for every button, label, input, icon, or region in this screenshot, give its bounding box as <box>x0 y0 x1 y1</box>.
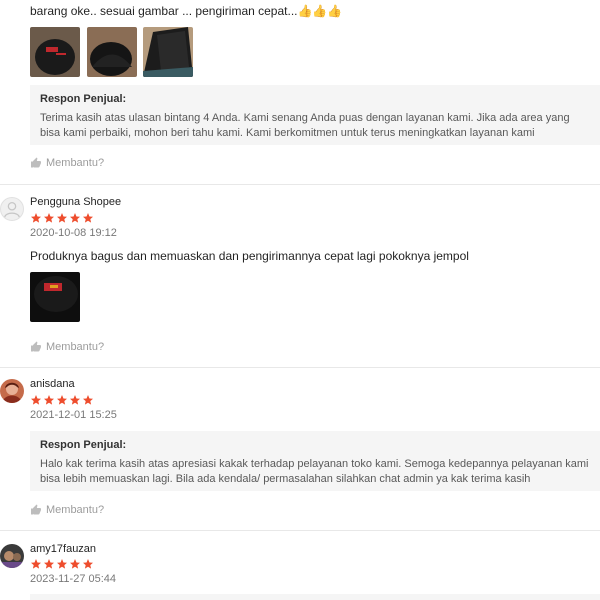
avatar <box>0 544 24 568</box>
rating-stars <box>30 394 94 406</box>
seller-response <box>30 594 600 600</box>
avatar <box>0 379 24 403</box>
review-date: 2020-10-08 19:12 <box>30 227 117 239</box>
star-icon <box>70 213 80 223</box>
thumbs-up-icon <box>31 504 41 515</box>
review-item: Pengguna Shopee 2020-10-08 19:12 Produkn… <box>0 185 600 368</box>
review-item: barang oke.. sesuai gambar ... pengirima… <box>0 0 600 185</box>
rating-stars <box>30 212 94 224</box>
star-icon <box>31 213 41 223</box>
review-photo[interactable] <box>30 272 80 322</box>
helpful-button[interactable]: Membantu? <box>30 157 104 169</box>
thumbs-up-icon <box>31 341 41 352</box>
seller-response-title: Respon Penjual: <box>40 93 127 105</box>
star-icon <box>44 559 54 569</box>
helpful-label: Membantu? <box>46 157 105 169</box>
star-icon <box>83 213 93 223</box>
star-icon <box>44 213 54 223</box>
star-icon <box>57 559 67 569</box>
reviewer-name: anisdana <box>30 378 75 390</box>
review-item: amy17fauzan 2023-11-27 05:44 <box>0 531 600 600</box>
star-icon <box>83 559 93 569</box>
helpful-label: Membantu? <box>46 504 105 516</box>
review-photo[interactable] <box>87 27 137 77</box>
seller-response-body: Halo kak terima kasih atas apresiasi kak… <box>40 458 589 485</box>
avatar <box>0 197 24 221</box>
review-comment: Produknya bagus dan memuaskan dan pengir… <box>30 249 469 263</box>
review-date: 2023-11-27 05:44 <box>30 573 117 585</box>
review-photo[interactable] <box>30 27 80 77</box>
helpful-button[interactable]: Membantu? <box>30 504 104 516</box>
star-icon <box>44 395 54 405</box>
seller-response: Respon Penjual: Terima kasih atas ulasan… <box>30 85 600 145</box>
review-photo[interactable] <box>143 27 193 77</box>
thumbs-up-icon <box>31 157 41 168</box>
helpful-label: Membantu? <box>46 341 105 353</box>
seller-response-body: Terima kasih atas ulasan bintang 4 Anda.… <box>40 112 570 139</box>
star-icon <box>57 395 67 405</box>
star-icon <box>57 213 67 223</box>
reviewer-name: amy17fauzan <box>30 543 97 555</box>
seller-response: Respon Penjual: Halo kak terima kasih at… <box>30 431 600 491</box>
star-icon <box>31 559 41 569</box>
review-comment: barang oke.. sesuai gambar ... pengirima… <box>30 4 343 18</box>
user-placeholder-icon <box>4 201 20 218</box>
reviewer-name: Pengguna Shopee <box>30 196 122 208</box>
review-item: anisdana 2021-12-01 15:25 Respon Penjual… <box>0 368 600 531</box>
seller-response-title: Respon Penjual: <box>40 439 127 451</box>
rating-stars <box>30 558 94 570</box>
helpful-button[interactable]: Membantu? <box>30 341 104 353</box>
star-icon <box>70 559 80 569</box>
star-icon <box>31 395 41 405</box>
star-icon <box>83 395 93 405</box>
review-date: 2021-12-01 15:25 <box>30 409 117 421</box>
star-icon <box>70 395 80 405</box>
